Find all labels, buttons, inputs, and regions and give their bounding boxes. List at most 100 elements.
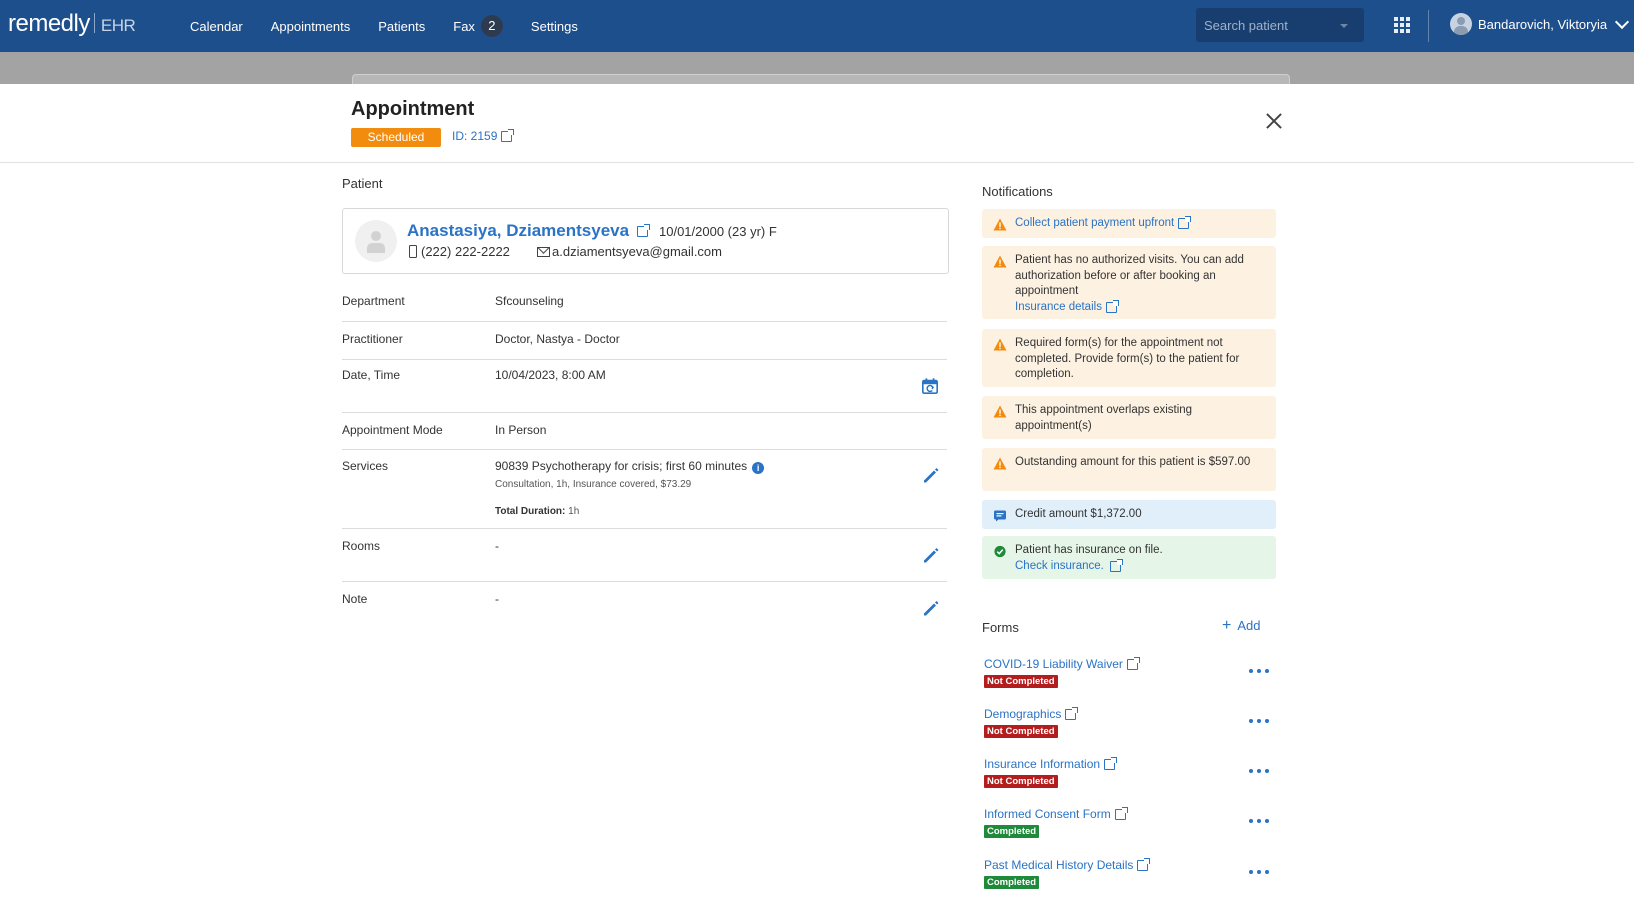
form-link[interactable]: Demographics (984, 706, 1079, 721)
patient-search (1196, 8, 1364, 42)
external-link-icon (501, 128, 515, 142)
datetime-value: 10/04/2023, 8:00 AM (495, 368, 606, 382)
nav-appointments[interactable]: Appointments (271, 19, 351, 34)
message-icon (994, 510, 1006, 522)
appointment-mode-row: Appointment Mode In Person (342, 413, 947, 450)
nav-calendar[interactable]: Calendar (190, 19, 243, 34)
user-menu[interactable]: Bandarovich, Viktoryia (1450, 13, 1630, 35)
check-insurance-link[interactable]: Check insurance. (1015, 558, 1123, 575)
form-item: Past Medical History Details Completed (982, 857, 1282, 902)
form-link[interactable]: Informed Consent Form (984, 806, 1128, 821)
department-row: Department Sfcounseling (342, 284, 947, 322)
nav-fax[interactable]: Fax 2 (453, 15, 503, 37)
form-item: COVID-19 Liability Waiver Not Completed (982, 656, 1282, 701)
app-logo[interactable]: remedly EHR (8, 10, 136, 38)
notification-required-forms: Required form(s) for the appointment not… (982, 329, 1276, 387)
add-form-label: Add (1237, 618, 1261, 633)
form-link[interactable]: Insurance Information (984, 756, 1118, 771)
modal-header: Appointment Scheduled ID: 2159 (0, 84, 1634, 163)
patient-email: a.dziamentsyeva@gmail.com (537, 244, 722, 259)
practitioner-value: Doctor, Nastya - Doctor (495, 332, 620, 346)
overlap-message: This appointment overlaps existing appoi… (1015, 404, 1193, 432)
pencil-icon (924, 468, 939, 483)
patient-name-link[interactable]: Anastasiya, Dziamentsyeva (407, 221, 651, 241)
edit-note-button[interactable] (922, 599, 940, 617)
form-status-badge: Not Completed (984, 725, 1058, 738)
more-options-button[interactable] (1249, 767, 1269, 775)
logo-divider (93, 13, 95, 33)
external-link-icon (1137, 857, 1151, 871)
total-duration: Total Duration: 1h (495, 506, 579, 517)
service-detail: Consultation, 1h, Insurance covered, $73… (495, 479, 692, 490)
patient-section-label: Patient (342, 176, 383, 191)
more-options-button[interactable] (1249, 817, 1269, 825)
service-name: 90839 Psychotherapy for crisis; first 60… (495, 459, 748, 473)
warning-triangle-icon (993, 255, 1007, 268)
patient-card: Anastasiya, Dziamentsyeva 10/01/2000 (23… (342, 208, 949, 274)
external-link-icon (1065, 706, 1079, 720)
appointment-modal: Appointment Scheduled ID: 2159 Patient A… (0, 84, 1634, 890)
appointment-mode-label: Appointment Mode (342, 423, 443, 437)
collect-payment-link[interactable]: Collect patient payment upfront (1015, 216, 1192, 232)
user-name: Bandarovich, Viktoryia (1478, 16, 1608, 32)
logo-main-text: remedly (8, 10, 90, 37)
warning-triangle-icon (993, 405, 1007, 418)
form-name: Past Medical History Details (984, 858, 1134, 872)
nav-settings[interactable]: Settings (531, 19, 578, 34)
notification-outstanding: Outstanding amount for this patient is $… (982, 448, 1276, 491)
notification-insurance: Patient has insurance on file. Check ins… (982, 536, 1276, 579)
nav-patients[interactable]: Patients (378, 19, 425, 34)
logo-sub-text: EHR (100, 16, 136, 35)
external-link-icon (1109, 558, 1123, 572)
external-link-icon (637, 223, 651, 237)
more-options-button[interactable] (1249, 717, 1269, 725)
note-row: Note - (342, 582, 947, 634)
insurance-on-file-message: Patient has insurance on file. (1015, 544, 1163, 556)
notifications-title: Notifications (982, 184, 1053, 199)
notification-credit: Credit amount $1,372.00 (982, 500, 1276, 529)
practitioner-label: Practitioner (342, 332, 403, 346)
notification-overlap: This appointment overlaps existing appoi… (982, 396, 1276, 439)
credit-message: Credit amount $1,372.00 (1015, 508, 1142, 520)
calendar-refresh-icon[interactable] (921, 377, 941, 397)
note-label: Note (342, 592, 368, 606)
form-link[interactable]: COVID-19 Liability Waiver (984, 656, 1140, 671)
outstanding-message: Outstanding amount for this patient is $… (1015, 456, 1251, 468)
patient-dob: 10/01/2000 (23 yr) F (659, 224, 777, 239)
service-item: 90839 Psychotherapy for crisis; first 60… (495, 459, 765, 474)
form-status-badge: Completed (984, 825, 1040, 838)
external-link-icon (1126, 656, 1140, 670)
add-form-button[interactable]: + Add (1222, 618, 1261, 634)
form-name: Informed Consent Form (984, 807, 1111, 821)
insurance-details-link-label: Insurance details (1015, 300, 1102, 313)
note-value: - (495, 592, 499, 606)
apps-grid-icon[interactable] (1394, 17, 1410, 33)
pencil-icon (924, 548, 939, 563)
required-forms-message: Required form(s) for the appointment not… (1015, 337, 1240, 380)
patient-search-input[interactable] (1196, 8, 1334, 42)
department-value: Sfcounseling (495, 294, 564, 308)
total-duration-value: 1h (568, 506, 580, 517)
top-navigation-bar: remedly EHR Calendar Appointments Patient… (0, 0, 1634, 52)
external-link-icon (1105, 299, 1119, 313)
notification-text: Patient has insurance on file. Check ins… (1015, 543, 1265, 574)
modal-title: Appointment (351, 98, 475, 120)
more-options-button[interactable] (1249, 667, 1269, 675)
info-icon[interactable]: i (752, 462, 765, 474)
appointment-id-link[interactable]: ID: 2159 (452, 128, 515, 143)
close-button[interactable] (1265, 112, 1283, 130)
forms-title: Forms (982, 620, 1019, 635)
external-link-icon (1104, 756, 1118, 770)
form-status-badge: Not Completed (984, 775, 1058, 788)
phone-icon (409, 245, 417, 258)
form-link[interactable]: Past Medical History Details (984, 857, 1151, 872)
insurance-details-link[interactable]: Insurance details (1015, 299, 1119, 316)
search-dropdown-icon[interactable] (1340, 24, 1348, 28)
rooms-label: Rooms (342, 539, 381, 553)
pencil-icon (924, 601, 939, 616)
services-label: Services (342, 459, 389, 473)
nav-fax-label: Fax (453, 18, 475, 34)
edit-services-button[interactable] (922, 466, 940, 484)
more-options-button[interactable] (1249, 868, 1269, 876)
edit-rooms-button[interactable] (922, 546, 940, 564)
